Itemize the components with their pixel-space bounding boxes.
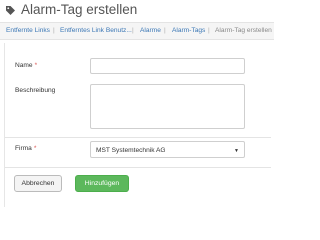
divider: [5, 167, 271, 168]
breadcrumb-current: Alarm-Tag erstellen: [215, 27, 272, 34]
company-select-value: MST Systemtechnik AG: [96, 147, 166, 154]
name-input[interactable]: [90, 58, 245, 74]
required-mark: *: [33, 145, 37, 152]
description-textarea[interactable]: [90, 84, 245, 129]
breadcrumb-separator: |: [164, 27, 166, 34]
add-button[interactable]: Hinzufügen: [75, 175, 129, 192]
alarm-tag-form: Name * Beschreibung Firma * MST Systemtech…: [4, 43, 275, 207]
name-label: Name *: [15, 62, 37, 69]
description-label: Beschreibung: [15, 87, 56, 94]
divider: [5, 137, 271, 138]
company-select[interactable]: MST Systemtechnik AG ▼: [90, 141, 245, 158]
breadcrumb-separator: |: [132, 27, 134, 34]
breadcrumb-entferntes-link-benutzer[interactable]: Entferntes Link Benutz...: [60, 27, 132, 34]
required-mark: *: [34, 62, 38, 69]
breadcrumb: Entfernte Links | Entferntes Link Benutz…: [0, 22, 274, 40]
cancel-button[interactable]: Abbrechen: [14, 175, 62, 192]
breadcrumb-alarm-tags[interactable]: Alarm-Tags: [172, 27, 205, 34]
breadcrumb-separator: |: [53, 27, 55, 34]
breadcrumb-entfernte-links[interactable]: Entfernte Links: [6, 27, 50, 34]
company-label-text: Firma: [15, 145, 32, 152]
chevron-down-icon: ▼: [234, 148, 239, 154]
breadcrumb-separator: |: [208, 27, 210, 34]
company-label: Firma *: [15, 145, 36, 152]
page-title: Alarm-Tag erstellen: [21, 2, 138, 17]
page-header: Alarm-Tag erstellen: [0, 0, 274, 21]
breadcrumb-alarme[interactable]: Alarme: [140, 27, 161, 34]
tag-icon: [6, 6, 15, 15]
name-label-text: Name: [15, 62, 33, 69]
